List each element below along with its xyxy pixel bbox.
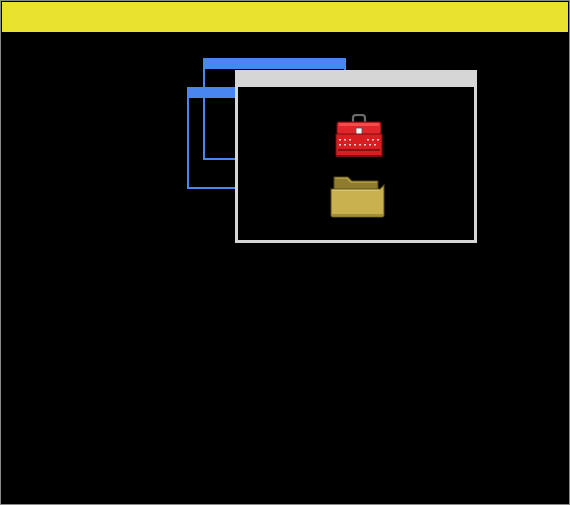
toolbox-icon[interactable] (334, 113, 384, 160)
front-window-content (238, 87, 474, 240)
folder-icon[interactable] (328, 169, 388, 219)
top-menu-bar[interactable] (2, 2, 568, 32)
desktop-screen (0, 0, 570, 505)
front-window-titlebar[interactable] (235, 70, 477, 86)
front-window (235, 70, 477, 243)
background-window-1-titlebar[interactable] (205, 60, 344, 69)
